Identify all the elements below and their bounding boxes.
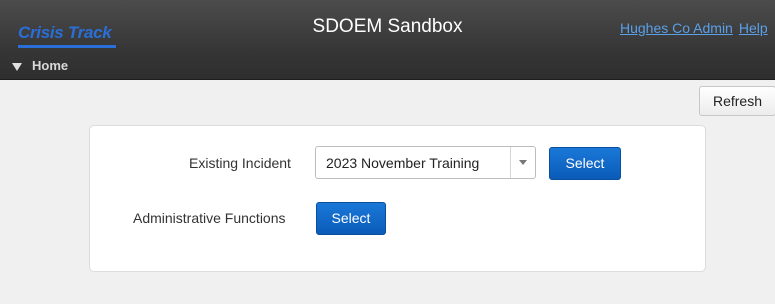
dropdown-arrow-icon [519, 160, 527, 165]
incident-select-button[interactable]: Select [549, 147, 621, 180]
app-header: Crisis Track SDOEM Sandbox Hughes Co Adm… [0, 0, 775, 80]
incident-select[interactable]: 2023 November Training [315, 146, 536, 179]
home-caret-icon [12, 62, 22, 71]
dropdown-toggle[interactable] [510, 147, 535, 178]
logo-underline [18, 45, 116, 48]
incident-select-value: 2023 November Training [326, 155, 480, 171]
admin-functions-label: Administrative Functions [133, 210, 286, 226]
user-links: Hughes Co Admin Help [620, 20, 774, 36]
refresh-button[interactable]: Refresh [699, 86, 775, 116]
help-link[interactable]: Help [739, 20, 768, 36]
home-label: Home [32, 58, 69, 73]
admin-select-button[interactable]: Select [316, 202, 386, 235]
existing-incident-label: Existing Incident [189, 155, 291, 171]
home-nav[interactable]: Home [12, 58, 68, 73]
user-account-link[interactable]: Hughes Co Admin [620, 20, 733, 36]
